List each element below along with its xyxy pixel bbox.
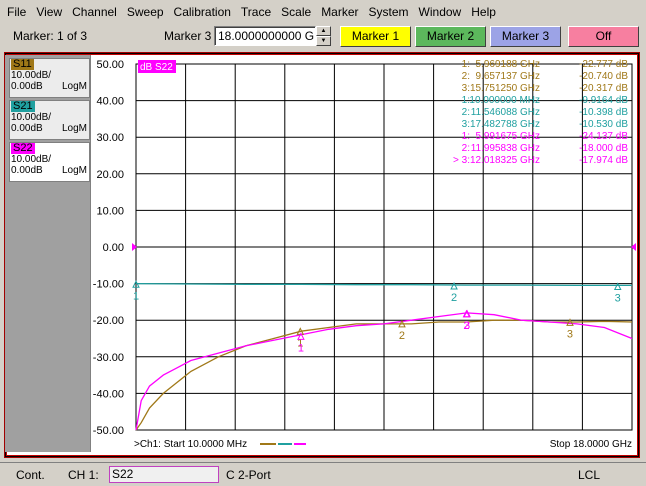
y-tick-label: -20.00 (93, 315, 124, 327)
menu-marker[interactable]: Marker (316, 0, 363, 24)
sweep-stop-label: Stop 18.0000 GHz (550, 439, 632, 450)
marker-frequency-input[interactable]: 18.0000000000 GH: (214, 26, 316, 46)
calibration-status: C (226, 468, 235, 482)
y-tick-label: -50.00 (93, 425, 124, 437)
trace-s22-name: S22 (11, 142, 35, 154)
marker-label: 1 (133, 290, 139, 302)
marker-table-freq: 10.000000 MHz (469, 95, 540, 106)
marker-table-id: > 3: (453, 155, 470, 166)
marker-label: 1 (298, 342, 304, 354)
marker-table-value: -20.317 dB (579, 83, 628, 94)
trace-s21-ref: 0.00dB (11, 123, 43, 134)
marker-3-button[interactable]: Marker 3 (490, 26, 561, 47)
menu-view[interactable]: View (31, 0, 67, 24)
marker-table-value: -18.000 dB (579, 143, 628, 154)
channel-status: CH 1: (68, 468, 99, 482)
marker-table-freq: 15.751250 GHz (470, 83, 540, 94)
spin-up-icon[interactable]: ▲ (316, 26, 331, 36)
menu-window[interactable]: Window (414, 0, 467, 24)
marker-table-freq: 5.969188 GHz (476, 59, 541, 70)
sweep-start-label: >Ch1: Start 10.0000 MHz (134, 439, 247, 450)
marker-label: 2 (451, 292, 457, 304)
menu-calibration[interactable]: Calibration (169, 0, 236, 24)
trace-s22-format: LogM (61, 165, 87, 176)
marker-table-id: 3: (462, 83, 470, 94)
y-tick-label: 40.00 (96, 96, 124, 108)
marker-label: 3 (567, 328, 573, 340)
marker-label: 3 (615, 293, 621, 305)
marker-table-value: -24.137 dB (579, 131, 628, 142)
marker-label: 3 (464, 320, 470, 332)
marker-table-freq: 5.991675 GHz (476, 131, 541, 142)
marker-frequency-spinner[interactable]: ▲ ▼ (316, 26, 331, 46)
marker-table-freq: 11.995838 GHz (471, 143, 540, 154)
marker-table-id: 1: (462, 59, 470, 70)
marker-table-value: -10.398 dB (579, 107, 628, 118)
marker-table-value: -20.740 dB (579, 71, 628, 82)
y-tick-label: -30.00 (93, 352, 124, 364)
measurement-status[interactable]: S22 (109, 466, 219, 483)
plot-area[interactable]: 50.00 40.00 30.00 20.00 10.00 0.00 -10.00 -20.0… (92, 55, 637, 453)
menu-trace[interactable]: Trace (236, 0, 276, 24)
trace-s11-ref: 0.00dB (11, 81, 43, 92)
marker-table-id: 2: (462, 107, 470, 118)
marker-table-value: -10.530 dB (579, 119, 628, 130)
trace-s22-box[interactable]: S22 10.00dB/ 0.00dB LogM (9, 142, 90, 182)
trace-s21-format: LogM (61, 123, 87, 134)
trace-status-panel: S11 10.00dB/ 0.00dB LogM S21 10.00dB/ 0.0… (5, 55, 91, 452)
marker-table-value: -22.777 dB (579, 59, 628, 70)
y-tick-label: 30.00 (96, 132, 124, 144)
trace-s21-box[interactable]: S21 10.00dB/ 0.00dB LogM (9, 100, 90, 140)
marker-table-id: 1: (462, 131, 470, 142)
network-analyzer-window: File View Channel Sweep Calibration Trac… (0, 0, 646, 486)
marker-table-freq: 11.546088 GHz (471, 107, 540, 118)
marker-table-id: 2: (462, 143, 470, 154)
y-tick-label: 50.00 (96, 59, 124, 71)
trace-s11-box[interactable]: S11 10.00dB/ 0.00dB LogM (9, 58, 90, 98)
y-tick-label: -10.00 (93, 279, 124, 291)
marker-entry-label: Marker 3 (164, 29, 212, 43)
trace-s21-name: S21 (11, 100, 35, 112)
spin-down-icon[interactable]: ▼ (316, 36, 331, 46)
marker-table-id: 2: (462, 71, 470, 82)
y-tick-label: 0.00 (103, 242, 124, 254)
trace-s22-scale: 10.00dB/ (11, 154, 52, 165)
trace-s11-format: LogM (61, 81, 87, 92)
y-tick-label: 10.00 (96, 205, 124, 217)
menu-bar: File View Channel Sweep Calibration Trac… (0, 0, 646, 24)
marker-table-value: -9.9164 dB (579, 95, 628, 106)
remote-status: LCL (578, 468, 601, 482)
active-trace-label: dB S22 (140, 62, 173, 73)
menu-scale[interactable]: Scale (276, 0, 316, 24)
port-status: 2-Port (238, 468, 271, 482)
menu-help[interactable]: Help (466, 0, 501, 24)
marker-2-button[interactable]: Marker 2 (415, 26, 486, 47)
marker-table-freq: 12.018325 GHz (470, 155, 540, 166)
sweep-mode-status[interactable]: Cont. (16, 468, 45, 482)
y-tick-label: -40.00 (93, 388, 124, 400)
trace-s11-scale: 10.00dB/ (11, 70, 52, 81)
trace-s22-ref: 0.00dB (11, 165, 43, 176)
menu-sweep[interactable]: Sweep (122, 0, 169, 24)
marker-label: 2 (399, 330, 405, 342)
menu-channel[interactable]: Channel (67, 0, 122, 24)
menu-system[interactable]: System (364, 0, 414, 24)
marker-table-freq: 9.657137 GHz (476, 71, 541, 82)
marker-table-freq: 17.482788 GHz (470, 119, 540, 130)
marker-table-id: 3: (462, 119, 470, 130)
marker-toolbar: Marker: 1 of 3 Marker 3 18.0000000000 GH… (0, 24, 646, 50)
status-bar: Cont. CH 1: S22 C 2-Port LCL (0, 462, 646, 486)
menu-file[interactable]: File (2, 0, 31, 24)
trace-s21-scale: 10.00dB/ (11, 112, 52, 123)
marker-1-button[interactable]: Marker 1 (340, 26, 411, 47)
y-tick-label: 20.00 (96, 169, 124, 181)
marker-count-label: Marker: 1 of 3 (13, 29, 88, 43)
marker-table-value: -17.974 dB (579, 155, 628, 166)
marker-off-button[interactable]: Off (568, 26, 639, 47)
trace-s11-name: S11 (11, 58, 34, 70)
trace-plot[interactable]: 50.00 40.00 30.00 20.00 10.00 0.00 -10.00 -20.0… (92, 55, 637, 453)
